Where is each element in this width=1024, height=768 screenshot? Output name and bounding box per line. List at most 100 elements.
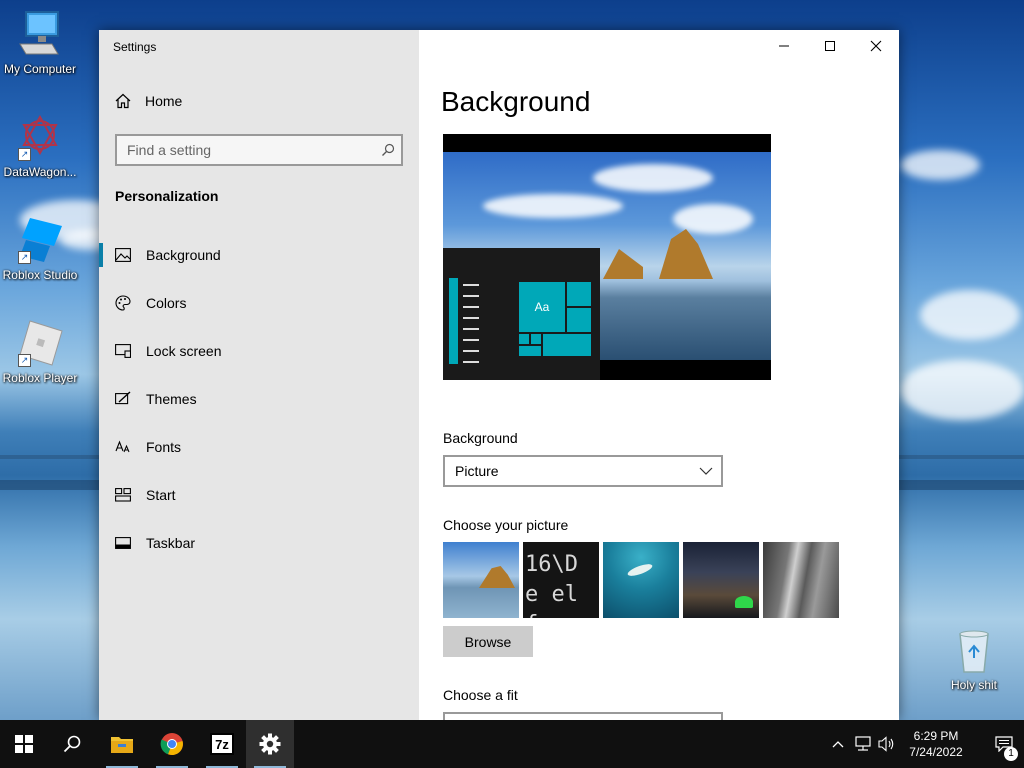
taskbar: 7z 6:29 PM 7/24/2022 1 [0, 720, 1024, 768]
sidebar-item-label: Colors [146, 295, 187, 311]
chevron-down-icon [699, 467, 713, 475]
sidebar-item-label: Lock screen [146, 343, 222, 359]
search-icon [63, 735, 81, 753]
sidebar-item-label: Start [146, 487, 176, 503]
7zip-icon: 7z [210, 733, 234, 755]
picture-thumbnail[interactable]: 16\De elf [523, 542, 599, 618]
sidebar-item-fonts[interactable]: Fonts [99, 423, 419, 471]
picture-thumbnails: 16\De elf [443, 542, 843, 618]
desktop-icon-label: DataWagon... [3, 165, 77, 179]
lock-screen-icon [115, 343, 131, 359]
file-explorer-icon [111, 737, 133, 753]
taskbar-settings[interactable] [246, 720, 294, 768]
maximize-button[interactable] [807, 30, 853, 62]
section-title: Personalization [115, 188, 219, 204]
home-label: Home [145, 93, 183, 109]
choose-picture-label: Choose your picture [443, 517, 569, 533]
sidebar-item-label: Themes [146, 391, 197, 407]
background-dropdown-value: Picture [455, 463, 499, 479]
notification-badge: 1 [1004, 747, 1018, 761]
picture-thumbnail[interactable] [683, 542, 759, 618]
home-icon [115, 93, 131, 109]
minimize-button[interactable] [761, 30, 807, 62]
sidebar-item-background[interactable]: Background [99, 231, 419, 279]
minimize-icon [779, 45, 789, 47]
browse-button[interactable]: Browse [443, 626, 533, 657]
sidebar-item-themes[interactable]: Themes [99, 375, 419, 423]
computer-icon [16, 10, 64, 58]
fonts-icon [115, 439, 131, 455]
windows-logo-icon [15, 735, 33, 753]
close-button[interactable] [853, 30, 899, 62]
sidebar-item-label: Taskbar [146, 535, 196, 551]
sidebar-item-lock-screen[interactable]: Lock screen [99, 327, 419, 375]
thumbnail-text: 16\De elf [525, 552, 578, 618]
settings-icon [259, 733, 281, 755]
shortcut-arrow-icon: ↗ [18, 354, 31, 367]
search-icon [382, 143, 395, 156]
shortcut-arrow-icon: ↗ [18, 251, 31, 264]
desktop-icon-label: Roblox Studio [2, 268, 78, 282]
desktop-icon-my-computer[interactable]: My Computer [0, 10, 80, 76]
main-content: Background Aa Background Picture Choose … [419, 30, 899, 720]
sidebar-item-label: Background [146, 247, 221, 263]
sidebar-item-taskbar[interactable]: Taskbar [99, 519, 419, 567]
window-controls [761, 30, 899, 62]
roblox-studio-icon: ↗ [16, 216, 64, 264]
taskbar-file-explorer[interactable] [98, 720, 146, 768]
search-box[interactable] [115, 134, 403, 166]
maximize-icon [825, 41, 835, 51]
desktop-icon-label: Roblox Player [2, 371, 78, 385]
desktop-icon-roblox-player[interactable]: ↗ Roblox Player [0, 319, 80, 385]
recycle-bin-icon [950, 626, 998, 674]
background-dropdown[interactable]: Picture [443, 455, 723, 487]
network-icon[interactable] [854, 736, 872, 752]
desktop-icon-roblox-studio[interactable]: ↗ Roblox Studio [0, 216, 80, 282]
volume-icon[interactable] [878, 736, 896, 752]
action-center-button[interactable]: 1 [984, 720, 1024, 768]
picture-icon [115, 247, 131, 263]
clock-time: 6:29 PM [913, 729, 959, 743]
desktop-icon-label: Holy shit [950, 678, 997, 692]
picture-thumbnail[interactable] [603, 542, 679, 618]
start-button[interactable] [0, 720, 48, 768]
window-title: Settings [113, 40, 157, 54]
roblox-player-icon: ↗ [16, 319, 64, 367]
background-preview: Aa [443, 134, 771, 380]
preview-start-menu: Aa [443, 248, 600, 380]
shortcut-arrow-icon: ↗ [18, 148, 31, 161]
desktop-icon-recycle-bin[interactable]: Holy shit [934, 626, 1014, 692]
datawagon-icon: ↗ [16, 113, 64, 161]
picture-thumbnail[interactable] [443, 542, 519, 618]
sidebar-item-start[interactable]: Start [99, 471, 419, 519]
picture-thumbnail[interactable] [763, 542, 839, 618]
sidebar-item-label: Fonts [146, 439, 182, 455]
choose-fit-label: Choose a fit [443, 687, 518, 703]
taskbar-icon [115, 535, 131, 551]
7zip-label: 7z [215, 736, 229, 752]
clock-date: 7/24/2022 [909, 745, 963, 759]
taskbar-chrome[interactable] [148, 720, 196, 768]
home-link[interactable]: Home [115, 93, 182, 109]
search-input[interactable] [117, 136, 367, 164]
start-icon [115, 487, 131, 503]
nav-list: Background Colors Lock screen Themes Fon… [99, 231, 419, 567]
page-title: Background [441, 86, 591, 117]
fit-dropdown[interactable] [443, 712, 723, 720]
close-icon [870, 40, 882, 52]
background-label: Background [443, 430, 518, 446]
palette-icon [115, 295, 131, 311]
chevron-up-icon[interactable] [832, 740, 844, 748]
clock[interactable]: 6:29 PM 7/24/2022 [900, 728, 972, 760]
system-tray: 6:29 PM 7/24/2022 1 [832, 720, 1024, 768]
taskbar-7zip[interactable]: 7z [198, 720, 246, 768]
themes-icon [115, 391, 131, 407]
search-button[interactable] [48, 720, 96, 768]
desktop-icon-label: My Computer [3, 62, 77, 76]
sidebar: Settings Home Personalization Background [99, 30, 419, 720]
desktop-icon-datawagon[interactable]: ↗ DataWagon... [0, 113, 80, 179]
sidebar-item-colors[interactable]: Colors [99, 279, 419, 327]
preview-tile-text: Aa [519, 282, 565, 332]
chrome-icon [160, 733, 183, 756]
settings-window: Settings Home Personalization Background [99, 30, 899, 720]
